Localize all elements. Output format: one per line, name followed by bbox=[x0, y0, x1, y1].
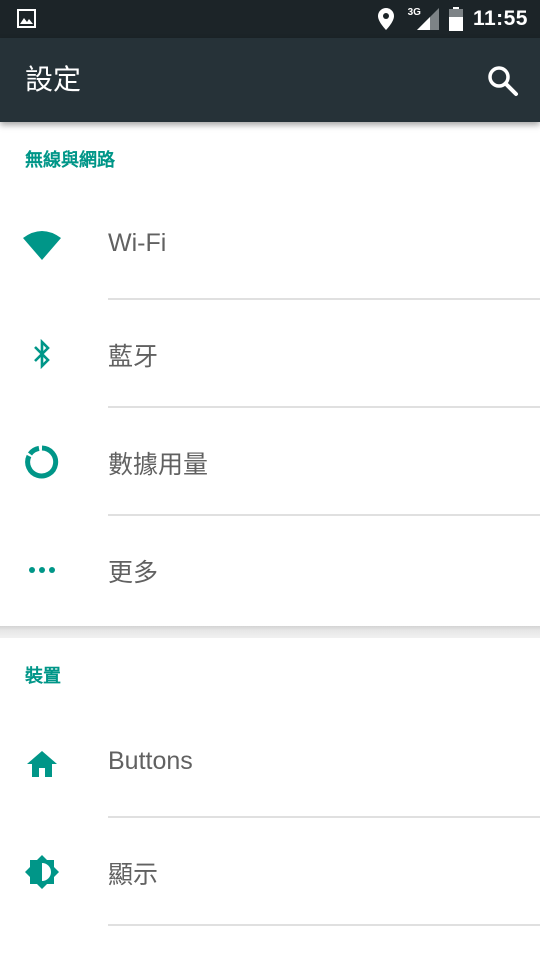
section-header: 無線與網路 bbox=[25, 150, 115, 171]
more-icon bbox=[22, 550, 62, 590]
status-bar: 3G 11:55 bbox=[0, 0, 540, 38]
home-icon bbox=[22, 744, 62, 784]
settings-item-label: Wi-Fi bbox=[108, 229, 167, 257]
app-toolbar: 設定 bbox=[0, 38, 540, 122]
settings-item-wifi[interactable]: Wi-Fi bbox=[0, 192, 540, 300]
status-time: 11:55 bbox=[472, 7, 528, 30]
section-device: 裝置 Buttons 顯示 bbox=[0, 638, 540, 960]
settings-item-label: 藍牙 bbox=[108, 343, 159, 371]
data-usage-icon bbox=[22, 442, 62, 482]
signal-icon: 3G bbox=[404, 6, 439, 30]
section-separator bbox=[0, 626, 540, 638]
page-title: 設定 bbox=[25, 63, 82, 96]
network-type: 3G bbox=[407, 6, 421, 18]
settings-item-buttons[interactable]: Buttons bbox=[0, 710, 540, 818]
brightness-icon bbox=[22, 852, 62, 892]
search-icon[interactable] bbox=[486, 64, 520, 98]
bluetooth-icon bbox=[22, 334, 62, 374]
image-icon bbox=[17, 9, 36, 28]
settings-item-label: Buttons bbox=[108, 747, 193, 775]
divider bbox=[108, 924, 540, 926]
settings-item-data-usage[interactable]: 數據用量 bbox=[0, 408, 540, 516]
settings-item-more[interactable]: 更多 bbox=[0, 516, 540, 624]
settings-item-bluetooth[interactable]: 藍牙 bbox=[0, 300, 540, 408]
section-wireless-networks: 無線與網路 Wi-Fi 藍牙 數據用量 更多 bbox=[0, 122, 540, 626]
battery-icon bbox=[448, 7, 463, 31]
location-icon bbox=[377, 8, 394, 30]
wifi-icon bbox=[22, 226, 62, 266]
settings-item-label: 更多 bbox=[108, 559, 159, 587]
section-header: 裝置 bbox=[25, 666, 61, 687]
settings-item-display[interactable]: 顯示 bbox=[0, 818, 540, 926]
settings-item-label: 數據用量 bbox=[108, 451, 209, 479]
settings-item-label: 顯示 bbox=[108, 861, 159, 889]
